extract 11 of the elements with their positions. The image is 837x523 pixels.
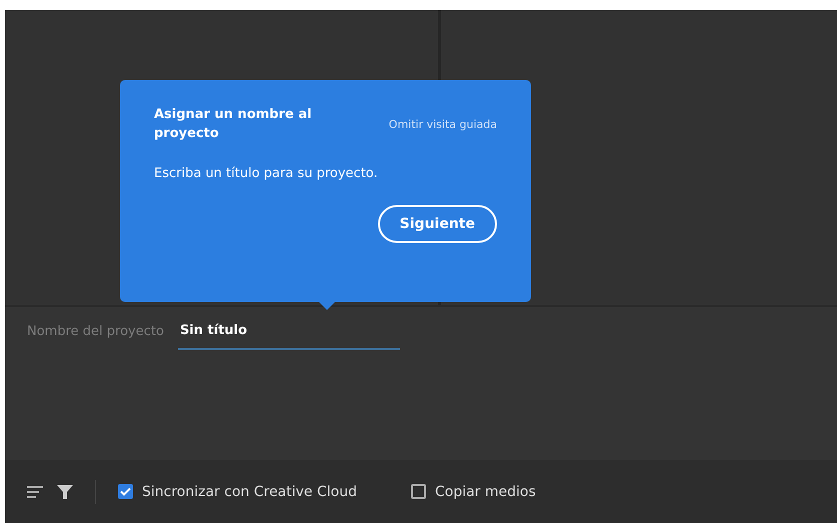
popover-title: Asignar un nombre al proyecto (154, 106, 313, 143)
checkbox[interactable] (118, 484, 133, 499)
checkbox[interactable] (410, 484, 426, 499)
next-button[interactable]: Siguiente (378, 204, 497, 243)
checkbox-option[interactable]: Sincronizar con Creative Cloud (118, 484, 357, 500)
checkbox-option[interactable]: Copiar medios (410, 484, 536, 500)
project-name-field[interactable]: Sin título (178, 321, 400, 350)
project-name-label: Nombre del proyecto (27, 323, 164, 339)
filter-icon[interactable] (57, 484, 73, 500)
popover-message: Escriba un título para su proyecto. (154, 166, 379, 181)
list-icon[interactable] (27, 484, 43, 498)
